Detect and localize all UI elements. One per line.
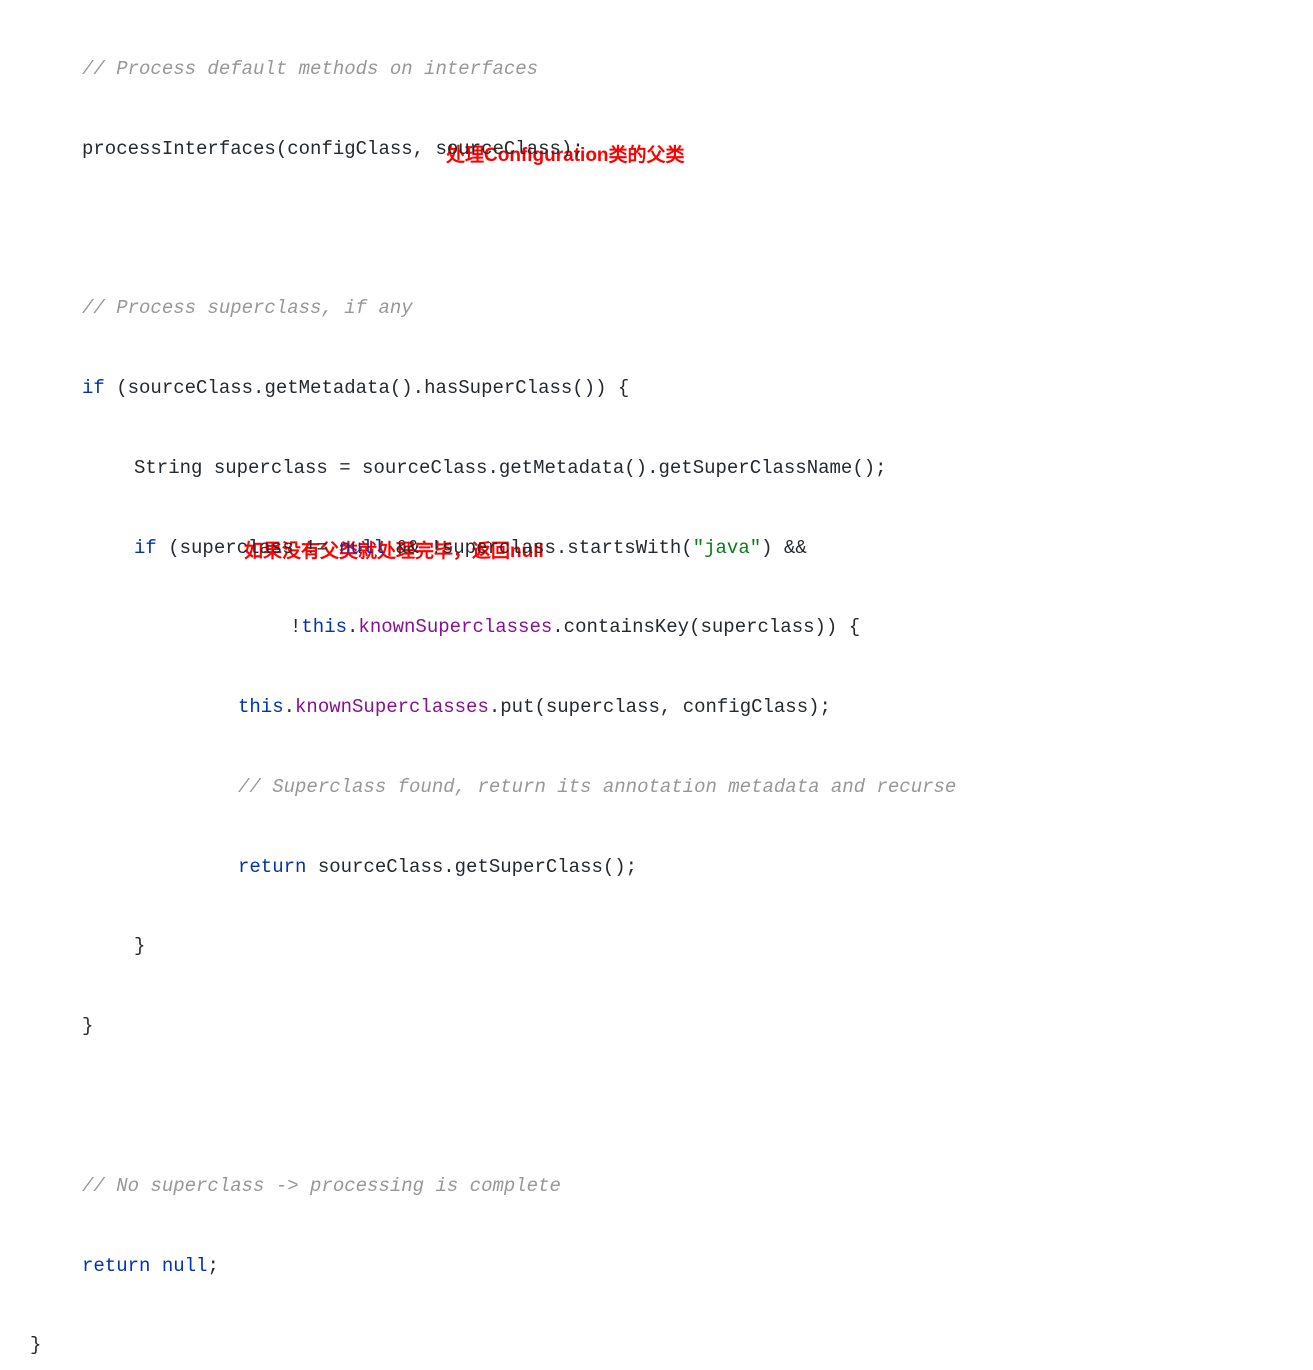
- brace-close: }: [30, 1334, 41, 1356]
- brace-close: }: [82, 1015, 93, 1037]
- keyword-null: null: [150, 1255, 207, 1277]
- comment-superclass-found: // Superclass found, return its annotati…: [238, 776, 956, 798]
- field-known-superclasses: knownSuperclasses: [358, 616, 552, 638]
- string-java: "java": [693, 537, 761, 559]
- code-block: // Process default methods on interfaces…: [0, 0, 1313, 1370]
- comment-process-default: // Process default methods on interfaces: [82, 58, 538, 80]
- code-if-condition: (sourceClass.getMetadata().hasSuperClass…: [105, 377, 630, 399]
- keyword-return: return: [238, 856, 306, 878]
- keyword-return: return: [82, 1255, 150, 1277]
- code-process-interfaces: processInterfaces(configClass, sourceCla…: [82, 138, 584, 160]
- brace-close: }: [134, 935, 145, 957]
- keyword-null: null: [339, 537, 385, 559]
- comment-no-superclass: // No superclass -> processing is comple…: [82, 1175, 561, 1197]
- keyword-if: if: [134, 537, 157, 559]
- keyword-this: this: [301, 616, 347, 638]
- comment-process-superclass: // Process superclass, if any: [82, 297, 413, 319]
- keyword-if: if: [82, 377, 105, 399]
- keyword-this: this: [238, 696, 284, 718]
- field-known-superclasses: knownSuperclasses: [295, 696, 489, 718]
- code-string-superclass: String superclass = sourceClass.getMetad…: [134, 457, 887, 479]
